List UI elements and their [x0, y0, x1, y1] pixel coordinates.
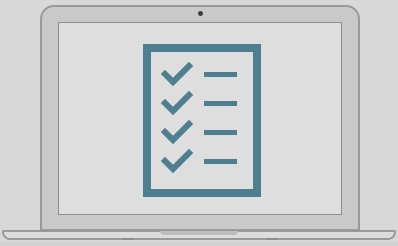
checkmark-icon	[160, 90, 194, 116]
checkmark-icon	[160, 61, 194, 87]
checklist-line	[204, 159, 237, 164]
checklist-graphic	[160, 61, 237, 174]
checkmark-icon	[160, 148, 194, 174]
webcam-dot	[198, 11, 203, 16]
checklist-icon	[143, 44, 261, 197]
ground-line	[0, 242, 398, 246]
checklist-line	[204, 72, 237, 77]
laptop-opening-notch	[160, 231, 238, 235]
checklist-line	[204, 101, 237, 106]
laptop-illustration	[0, 0, 398, 246]
laptop-foot-right	[266, 238, 278, 240]
checklist-line	[204, 130, 237, 135]
laptop-foot-left	[122, 238, 134, 240]
checkmark-icon	[160, 119, 194, 145]
